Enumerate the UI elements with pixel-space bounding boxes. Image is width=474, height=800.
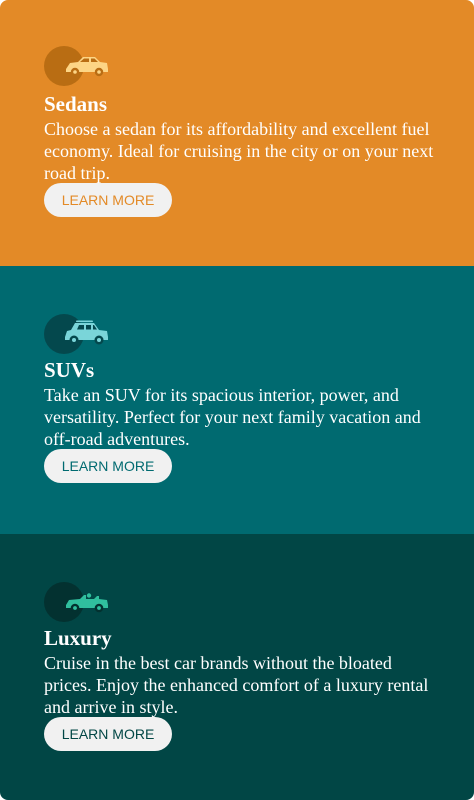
card-description: Cruise in the best car brands without th… — [44, 653, 429, 717]
convertible-car-icon — [66, 593, 108, 613]
card-title: Luxury — [44, 626, 112, 650]
sedans-card: Sedans Choose a sedan for its affordabil… — [0, 0, 474, 266]
suv-icon — [65, 320, 108, 345]
card-description: Take an SUV for its spacious interior, p… — [44, 385, 421, 449]
sedan-car-icon — [44, 46, 110, 86]
convertible-car-icon — [44, 582, 110, 622]
learn-more-button[interactable]: LEARN MORE — [44, 717, 172, 751]
suv-icon — [44, 314, 110, 354]
card-title: SUVs — [44, 358, 95, 382]
suvs-card: SUVs Take an SUV for its spacious interi… — [0, 266, 474, 534]
learn-more-button[interactable]: LEARN MORE — [44, 449, 172, 483]
luxury-card: Luxury Cruise in the best car brands wit… — [0, 534, 474, 800]
sedan-car-icon — [66, 57, 108, 77]
card-title: Sedans — [44, 92, 108, 116]
card-description: Choose a sedan for its affordability and… — [44, 119, 434, 183]
learn-more-button[interactable]: LEARN MORE — [44, 183, 172, 217]
